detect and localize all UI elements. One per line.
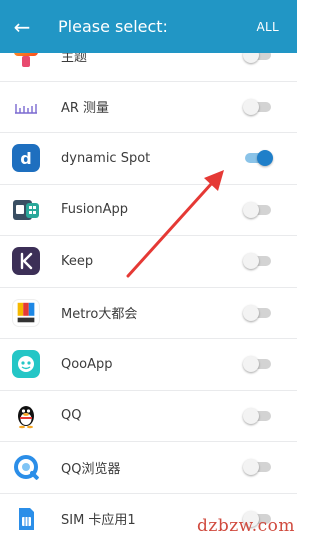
toggle-switch[interactable] bbox=[243, 356, 273, 373]
list-item[interactable]: QooApp bbox=[0, 339, 297, 391]
list-item[interactable]: QQ浏览器 bbox=[0, 442, 297, 494]
list-item[interactable]: Metro大都会 bbox=[0, 288, 297, 339]
toggle-switch[interactable] bbox=[243, 150, 273, 167]
qooapp-icon bbox=[12, 350, 40, 379]
back-arrow-icon: ← bbox=[13, 14, 31, 39]
app-label: QQ浏览器 bbox=[61, 461, 121, 477]
toggle-switch[interactable] bbox=[243, 98, 273, 115]
fusionapp-icon bbox=[12, 195, 40, 224]
list-item[interactable]: FusionApp bbox=[0, 185, 297, 236]
theme-brush-icon bbox=[12, 53, 40, 70]
qq-browser-icon bbox=[12, 453, 40, 482]
toggle-switch[interactable] bbox=[243, 407, 273, 424]
app-label: Metro大都会 bbox=[61, 307, 138, 323]
app-label: dynamic Spot bbox=[61, 150, 151, 166]
app-label: QQ bbox=[61, 408, 82, 424]
watermark-text: dzbzw.com bbox=[197, 516, 295, 536]
list-item[interactable]: d dynamic Spot bbox=[0, 133, 297, 185]
ar-ruler-icon bbox=[12, 92, 40, 121]
app-label: FusionApp bbox=[61, 202, 128, 218]
dynamic-spot-icon: d bbox=[12, 144, 40, 173]
keep-icon bbox=[12, 247, 40, 276]
list-item[interactable]: QQ bbox=[0, 391, 297, 442]
back-button[interactable]: ← bbox=[0, 0, 44, 53]
page-title: Please select: bbox=[58, 17, 168, 36]
metro-icon bbox=[12, 298, 40, 327]
toggle-switch[interactable] bbox=[243, 253, 273, 270]
app-label: Keep bbox=[61, 253, 94, 269]
app-list[interactable]: 主题 AR 测量 d dynamic Spot FusionApp Keep M… bbox=[0, 53, 297, 540]
list-item[interactable]: 主题 bbox=[0, 53, 297, 82]
app-label: AR 测量 bbox=[61, 101, 110, 117]
toggle-switch[interactable] bbox=[243, 53, 273, 64]
qq-penguin-icon bbox=[12, 401, 40, 430]
toggle-switch[interactable] bbox=[243, 304, 273, 321]
toggle-switch[interactable] bbox=[243, 459, 273, 476]
toggle-switch[interactable] bbox=[243, 201, 273, 218]
app-bar: ← Please select: ALL bbox=[0, 0, 297, 53]
select-all-button[interactable]: ALL bbox=[257, 20, 297, 34]
list-item[interactable]: AR 测量 bbox=[0, 82, 297, 133]
app-label: 主题 bbox=[61, 53, 88, 65]
list-item[interactable]: Keep bbox=[0, 236, 297, 288]
app-label: QooApp bbox=[61, 356, 113, 372]
sim-card-icon bbox=[12, 504, 40, 533]
